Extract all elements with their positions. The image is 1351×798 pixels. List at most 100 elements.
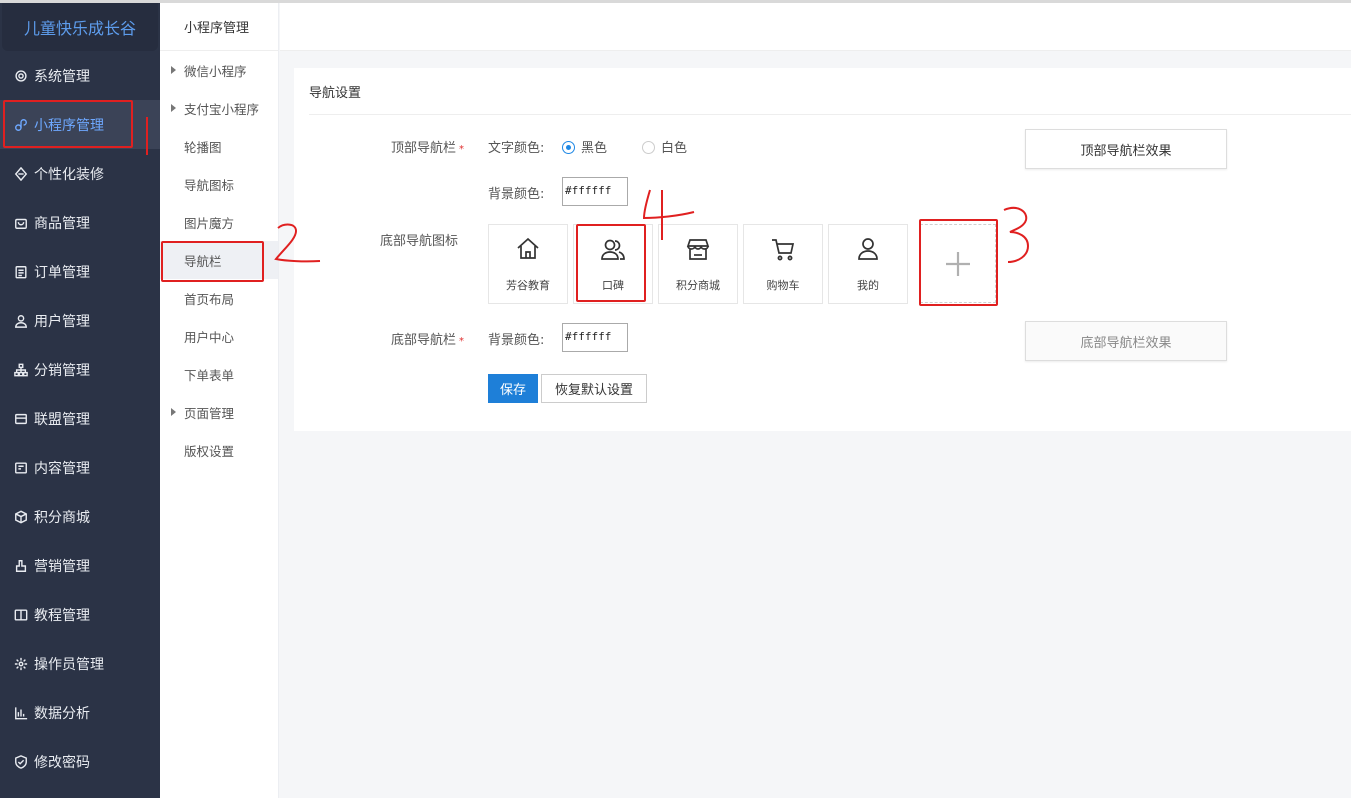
annotation-box-1 xyxy=(3,100,133,148)
store-icon xyxy=(14,412,28,426)
submenu-item-alipay[interactable]: 支付宝小程序 xyxy=(160,89,278,127)
sidebar-item-alliance[interactable]: 联盟管理 xyxy=(0,394,160,443)
submenu-item-label: 轮播图 xyxy=(184,139,222,155)
submenu-item-label: 图片魔方 xyxy=(184,215,235,231)
sidebar-item-decoration[interactable]: 个性化装修 xyxy=(0,149,160,198)
top-bg-color-input[interactable]: #ffffff xyxy=(562,177,628,206)
nav-tile-label: 购物车 xyxy=(766,279,800,292)
card-title: 导航设置 xyxy=(309,86,362,101)
submenu-item-label: 支付宝小程序 xyxy=(184,101,260,117)
top-nav-label: 顶部导航栏 * xyxy=(294,137,464,156)
radio-white[interactable]: 白色 xyxy=(642,137,687,156)
submenu-item-label: 页面管理 xyxy=(184,405,235,421)
sidebar-item-content[interactable]: 内容管理 xyxy=(0,443,160,492)
book-icon xyxy=(14,608,28,622)
expand-arrow-icon xyxy=(171,408,176,416)
submenu-item-label: 首页布局 xyxy=(184,291,235,307)
nav-tile-points-mall[interactable]: 积分商城 xyxy=(658,224,738,304)
sidebar-item-label: 商品管理 xyxy=(34,215,90,232)
submenu-item-order-form[interactable]: 下单表单 xyxy=(160,355,278,393)
nav-tile-label: 积分商城 xyxy=(676,279,720,292)
home-icon xyxy=(517,237,539,259)
submenu-item-image-cube[interactable]: 图片魔方 xyxy=(160,203,278,241)
cube-icon xyxy=(14,510,28,524)
sidebar-item-system[interactable]: 系统管理 xyxy=(0,51,160,100)
document-icon xyxy=(14,461,28,475)
nav-tile-cart[interactable]: 购物车 xyxy=(743,224,823,304)
sidebar-item-label: 个性化装修 xyxy=(34,166,104,183)
bar-chart-icon xyxy=(14,706,28,720)
radio-black-label: 黑色 xyxy=(581,141,608,156)
hand-icon xyxy=(14,559,28,573)
radio-checked-icon xyxy=(562,141,575,154)
radio-unchecked-icon xyxy=(642,141,655,154)
nav-tile-label: 我的 xyxy=(857,279,879,292)
top-nav-label-text: 顶部导航栏 xyxy=(390,141,456,156)
sidebar-item-change-password[interactable]: 修改密码 xyxy=(0,737,160,786)
bag-icon xyxy=(14,216,28,230)
reset-default-button[interactable]: 恢复默认设置 xyxy=(541,374,647,403)
sidebar-item-label: 积分商城 xyxy=(34,509,90,526)
sidebar-item-analytics[interactable]: 数据分析 xyxy=(0,688,160,737)
cog-icon xyxy=(14,657,28,671)
nav-tile-mine[interactable]: 我的 xyxy=(828,224,908,304)
submenu-item-nav-icons[interactable]: 导航图标 xyxy=(160,165,278,203)
expand-arrow-icon xyxy=(171,104,176,112)
submenu-item-label: 微信小程序 xyxy=(184,63,247,79)
nav-settings-card: 导航设置 顶部导航栏 * 文字颜色: 黑色 白色 顶部导航栏效果 背景颜色: #f… xyxy=(294,68,1351,431)
clipboard-icon xyxy=(14,265,28,279)
bottom-nav-effect-button[interactable]: 底部导航栏效果 xyxy=(1025,321,1227,361)
shop-icon xyxy=(686,239,710,260)
user-icon xyxy=(14,314,28,328)
top-bar xyxy=(280,3,1351,51)
top-nav-effect-button[interactable]: 顶部导航栏效果 xyxy=(1025,129,1227,169)
submenu-item-label: 用户中心 xyxy=(184,329,235,345)
sidebar-item-label: 营销管理 xyxy=(34,558,90,575)
sidebar-item-label: 内容管理 xyxy=(34,460,90,477)
person-icon xyxy=(858,238,878,260)
annotation-box-4 xyxy=(576,224,646,302)
submenu-item-home-layout[interactable]: 首页布局 xyxy=(160,279,278,317)
sidebar-item-orders[interactable]: 订单管理 xyxy=(0,247,160,296)
annotation-box-2 xyxy=(161,241,264,282)
cart-icon xyxy=(772,239,795,261)
text-color-label: 文字颜色: xyxy=(488,141,545,156)
bottom-bg-color-input[interactable]: #ffffff xyxy=(562,323,628,352)
submenu-item-label: 版权设置 xyxy=(184,443,235,459)
annotation-box-3 xyxy=(919,219,998,306)
sidebar-item-label: 系统管理 xyxy=(34,68,90,85)
radio-black[interactable]: 黑色 xyxy=(562,137,607,156)
sidebar-item-label: 操作员管理 xyxy=(34,656,104,673)
sidebar-item-tutorials[interactable]: 教程管理 xyxy=(0,590,160,639)
sidebar-item-marketing[interactable]: 营销管理 xyxy=(0,541,160,590)
bottom-icons-label: 底部导航图标 xyxy=(379,234,458,249)
submenu-item-wechat[interactable]: 微信小程序 xyxy=(160,51,278,89)
diamond-icon xyxy=(14,166,28,181)
nav-tile-label: 芳谷教育 xyxy=(506,279,550,292)
required-star: * xyxy=(459,144,464,155)
sidebar-item-label: 用户管理 xyxy=(34,313,90,330)
hierarchy-icon xyxy=(14,363,28,377)
sidebar-item-label: 修改密码 xyxy=(34,754,90,771)
nav-tile-education[interactable]: 芳谷教育 xyxy=(488,224,568,304)
card-divider xyxy=(309,114,1351,115)
sidebar-item-label: 教程管理 xyxy=(34,607,90,624)
submenu-item-carousel[interactable]: 轮播图 xyxy=(160,127,278,165)
radio-white-label: 白色 xyxy=(661,141,688,156)
sidebar-item-users[interactable]: 用户管理 xyxy=(0,296,160,345)
submenu-title: 小程序管理 xyxy=(160,3,278,51)
bottom-nav-label: 底部导航栏 * xyxy=(294,329,464,348)
sidebar-item-operators[interactable]: 操作员管理 xyxy=(0,639,160,688)
secondary-menu: 小程序管理 微信小程序 支付宝小程序 轮播图 导航图标 图片魔方 导航栏 首页布… xyxy=(160,3,279,798)
submenu-item-label: 下单表单 xyxy=(184,367,235,383)
submenu-item-copyright[interactable]: 版权设置 xyxy=(160,431,278,469)
submenu-item-user-center[interactable]: 用户中心 xyxy=(160,317,278,355)
bottom-nav-label-text: 底部导航栏 xyxy=(390,333,456,348)
submenu-item-label: 导航图标 xyxy=(184,177,235,193)
sidebar-item-points-mall[interactable]: 积分商城 xyxy=(0,492,160,541)
sidebar-item-distribution[interactable]: 分销管理 xyxy=(0,345,160,394)
submenu-item-page-management[interactable]: 页面管理 xyxy=(160,393,278,431)
save-button[interactable]: 保存 xyxy=(488,374,538,403)
sidebar-item-products[interactable]: 商品管理 xyxy=(0,198,160,247)
top-bg-color-label: 背景颜色: xyxy=(488,187,545,202)
